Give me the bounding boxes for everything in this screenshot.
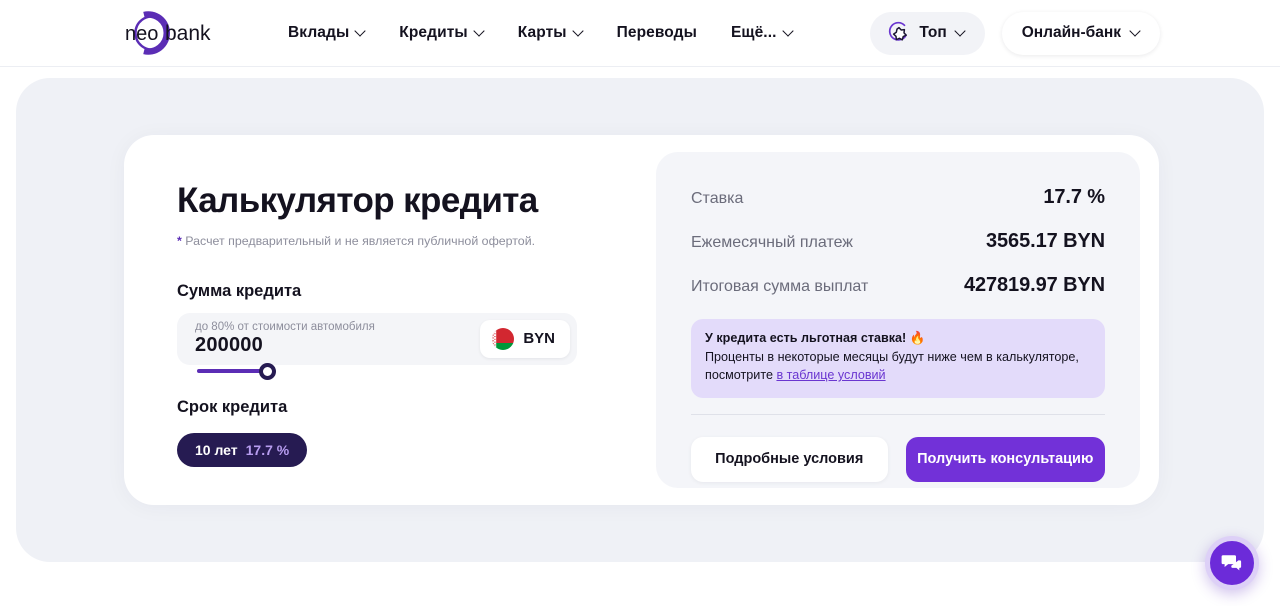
- result-value: 17.7 %: [1043, 186, 1105, 208]
- notice-text-wrap: Проценты в некоторые месяцы будут ниже ч…: [705, 348, 1091, 385]
- panel-divider: [691, 413, 1105, 415]
- top-button[interactable]: Топ: [870, 11, 985, 55]
- chevron-down-icon: [574, 27, 583, 36]
- nav-item-label: Переводы: [616, 24, 697, 41]
- chevron-down-icon: [475, 27, 484, 36]
- chat-widget-button[interactable]: [1205, 536, 1259, 590]
- star-icon: [889, 21, 908, 41]
- amount-label: Сумма кредита: [177, 281, 302, 300]
- nav-item-label: Ещё...: [730, 24, 777, 41]
- header-actions: Топ Онлайн-банк: [870, 11, 1160, 55]
- get-consultation-button[interactable]: Получить консультацию: [905, 436, 1105, 482]
- result-value: 3565.17 BYN: [986, 230, 1105, 252]
- svg-text:neo: neo: [125, 23, 158, 45]
- disclaimer: * Расчет предварительный и не является п…: [177, 233, 607, 249]
- results-panel: Ставка 17.7 % Ежемесячный платеж 3565.17…: [656, 152, 1140, 488]
- currency-selector[interactable]: BYN: [480, 319, 570, 358]
- site-header: neo bank Вклады Кредиты Карты Переводы Е…: [0, 0, 1280, 67]
- amount-slider[interactable]: [197, 362, 557, 380]
- page-title: Калькулятор кредита: [177, 181, 538, 220]
- calculator-inputs: Калькулятор кредита * Расчет предварител…: [177, 181, 607, 467]
- chevron-down-icon: [956, 27, 965, 36]
- amount-hint: до 80% от стоимости автомобиля: [195, 320, 375, 333]
- logo-mark-icon: neo bank: [125, 11, 211, 55]
- term-rate: 17.7 %: [245, 441, 290, 458]
- chat-bubble-icon: [1221, 555, 1242, 571]
- nav-item-eshe[interactable]: Ещё...: [714, 16, 810, 50]
- term-option-pill[interactable]: 10 лет 17.7 %: [177, 432, 308, 467]
- belarus-flag-icon: [492, 327, 515, 350]
- conditions-table-link[interactable]: в таблице условий: [776, 368, 885, 382]
- result-value: 427819.97 BYN: [963, 274, 1105, 296]
- credit-calculator-card: Калькулятор кредита * Расчет предварител…: [124, 135, 1159, 505]
- currency-code: BYN: [523, 330, 555, 348]
- result-label: Итоговая сумма выплат: [691, 278, 869, 295]
- term-label: Срок кредита: [177, 397, 288, 416]
- nav-item-karty[interactable]: Карты: [501, 16, 600, 50]
- nav-item-kredity[interactable]: Кредиты: [382, 16, 500, 50]
- nav-item-vklady[interactable]: Вклады: [271, 16, 382, 50]
- detailed-conditions-button[interactable]: Подробные условия: [691, 436, 888, 482]
- result-row-rate: Ставка 17.7 %: [691, 176, 1105, 220]
- disclaimer-text: Расчет предварительный и не является пуб…: [185, 233, 536, 248]
- svg-text:bank: bank: [165, 22, 211, 45]
- result-label: Ставка: [691, 190, 744, 207]
- notice-title: У кредита есть льготная ставка! 🔥: [705, 331, 926, 345]
- slider-thumb[interactable]: [259, 362, 276, 380]
- nav-item-label: Вклады: [288, 24, 350, 41]
- chevron-down-icon: [356, 27, 365, 36]
- term-value: 10 лет: [195, 441, 238, 458]
- main-navigation: Вклады Кредиты Карты Переводы Ещё...: [271, 16, 810, 50]
- logo-neobank[interactable]: neo bank: [118, 10, 238, 56]
- preferential-rate-notice: У кредита есть льготная ставка! 🔥 Процен…: [691, 319, 1105, 398]
- panel-actions: Подробные условия Получить консультацию: [691, 436, 1105, 482]
- result-label: Ежемесячный платеж: [691, 234, 854, 251]
- amount-input-box[interactable]: до 80% от стоимости автомобиля 200000 BY…: [177, 312, 577, 380]
- online-bank-button[interactable]: Онлайн-банк: [1001, 11, 1160, 55]
- result-row-monthly-payment: Ежемесячный платеж 3565.17 BYN: [691, 220, 1105, 264]
- nav-item-label: Кредиты: [399, 24, 468, 41]
- nav-item-label: Карты: [517, 24, 567, 41]
- top-button-label: Топ: [919, 24, 947, 41]
- disclaimer-star: *: [177, 233, 182, 248]
- amount-input[interactable]: 200000: [195, 335, 375, 356]
- notice-text: Проценты в некоторые месяцы будут ниже ч…: [705, 350, 1079, 383]
- nav-item-perevody[interactable]: Переводы: [600, 16, 714, 50]
- chevron-down-icon: [784, 27, 793, 36]
- chevron-down-icon: [1131, 27, 1140, 36]
- amount-input-inner: до 80% от стоимости автомобиля 200000: [195, 321, 375, 357]
- online-bank-label: Онлайн-банк: [1021, 24, 1121, 41]
- result-row-total-payout: Итоговая сумма выплат 427819.97 BYN: [691, 264, 1105, 308]
